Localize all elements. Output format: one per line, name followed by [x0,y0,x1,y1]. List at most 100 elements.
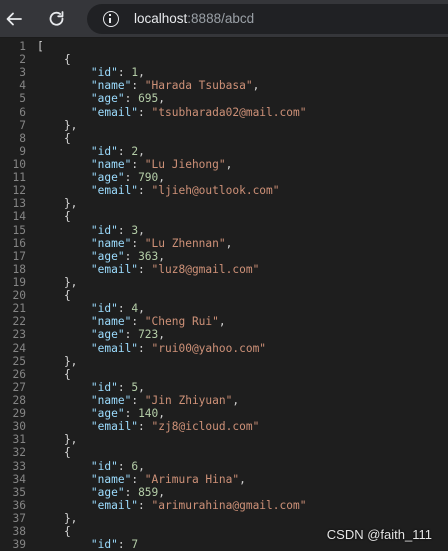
line-number: 37 [12,511,26,525]
back-button[interactable] [0,5,28,33]
code-line: 12 "email": "ljieh@outlook.com" [0,184,448,197]
code-line: 10 "name": "Lu Jiehong", [0,158,448,171]
line-number: 32 [12,446,26,460]
line-number: 7 [19,118,26,132]
line-number: 34 [12,472,26,486]
line-number: 30 [12,420,26,434]
code-line: 20 { [0,289,448,302]
code-line: 34 "name": "Arimura Hina", [0,473,448,486]
code-line: 3 "id": 1, [0,66,448,79]
code-line: 24 "email": "rui00@yahoo.com" [0,342,448,355]
line-number: 11 [12,171,26,185]
line-number: 13 [12,197,26,211]
line-number: 22 [12,315,26,329]
line-text: { [37,210,71,224]
code-line: 33 "id": 6, [0,460,448,473]
code-line: 2 { [0,53,448,66]
line-number: 39 [12,538,26,551]
code-line: 15 "id": 3, [0,224,448,237]
line-number: 35 [12,485,26,499]
line-text: "name": "Lu Jiehong", [90,157,233,171]
browser-toolbar: localhost:8888/abcd [0,0,448,38]
line-number: 14 [12,210,26,224]
info-icon[interactable] [103,11,119,27]
line-number: 23 [12,328,26,342]
code-line: 4 "name": "Harada Tsubasa", [0,79,448,92]
watermark: CSDN @faith_111 [326,527,432,542]
line-number: 6 [19,105,26,119]
reload-button[interactable] [43,5,71,33]
address-bar[interactable]: localhost:8888/abcd [87,4,448,34]
line-text: "age": 695, [90,92,166,106]
code-line: 16 "name": "Lu Zhennan", [0,237,448,250]
line-number: 17 [12,249,26,263]
line-text: "age": 140, [90,407,166,421]
code-line: 37 }, [0,512,448,525]
line-text: "name": "Jin Zhiyuan", [90,393,240,407]
line-text: "name": "Harada Tsubasa", [90,79,260,93]
line-number: 29 [12,407,26,421]
line-number: 28 [12,393,26,407]
line-number: 38 [12,525,26,539]
code-line: 36 "email": "arimurahina@gmail.com" [0,499,448,512]
code-line: 7 }, [0,119,448,132]
line-number: 9 [19,144,26,158]
code-line: 18 "email": "luz8@gmail.com" [0,263,448,276]
line-text: "id": 3, [90,223,145,237]
line-number: 31 [12,433,26,447]
line-text: "name": "Arimura Hina", [90,472,246,486]
line-text: }, [37,118,78,132]
line-text: "id": 6, [90,459,145,473]
reload-icon [49,11,64,26]
line-number: 19 [12,275,26,289]
line-text: { [37,131,71,145]
line-text: }, [37,275,78,289]
url-text[interactable]: localhost:8888/abcd [134,11,254,27]
code-line: 31 }, [0,433,448,446]
line-text: "email": "arimurahina@gmail.com" [90,498,307,512]
line-number: 16 [12,236,26,250]
code-line: 22 "name": "Cheng Rui", [0,315,448,328]
code-line: 8 { [0,132,448,145]
back-arrow-icon [6,12,22,26]
code-line: 28 "name": "Jin Zhiyuan", [0,394,448,407]
line-text: "age": 723, [90,328,166,342]
line-number: 33 [12,459,26,473]
line-text: { [37,289,71,303]
line-number: 4 [19,79,26,93]
code-line: 27 "id": 5, [0,381,448,394]
line-number: 26 [12,367,26,381]
line-number: 21 [12,302,26,316]
code-line: 9 "id": 2, [0,145,448,158]
line-text: "id": 1, [90,66,145,80]
code-line: 14 { [0,210,448,223]
line-number: 8 [19,131,26,145]
line-text: "id": 2, [90,144,145,158]
code-line: 23 "age": 723, [0,328,448,341]
line-number: 27 [12,380,26,394]
line-number: 20 [12,289,26,303]
line-text: { [37,446,71,460]
line-text: "email": "zj8@icloud.com" [90,420,260,434]
line-number: 2 [19,53,26,67]
line-number: 24 [12,341,26,355]
line-number: 5 [19,92,26,106]
code-line: 19 }, [0,276,448,289]
line-number: 36 [12,498,26,512]
code-line: 11 "age": 790, [0,171,448,184]
line-text: }, [37,354,78,368]
line-text: "email": "luz8@gmail.com" [90,262,260,276]
line-text: "age": 859, [90,485,166,499]
line-number: 1 [19,40,26,53]
code-line: 5 "age": 695, [0,92,448,105]
code-line: 26 { [0,368,448,381]
line-text: }, [37,197,78,211]
line-number: 15 [12,223,26,237]
line-text: "name": "Lu Zhennan", [90,236,233,250]
line-text: }, [37,433,78,447]
code-line: 35 "age": 859, [0,486,448,499]
line-text: "email": "tsubharada02@mail.com" [90,105,307,119]
line-number: 12 [12,184,26,198]
line-text: "age": 790, [90,171,166,185]
line-text: [ [37,40,44,53]
